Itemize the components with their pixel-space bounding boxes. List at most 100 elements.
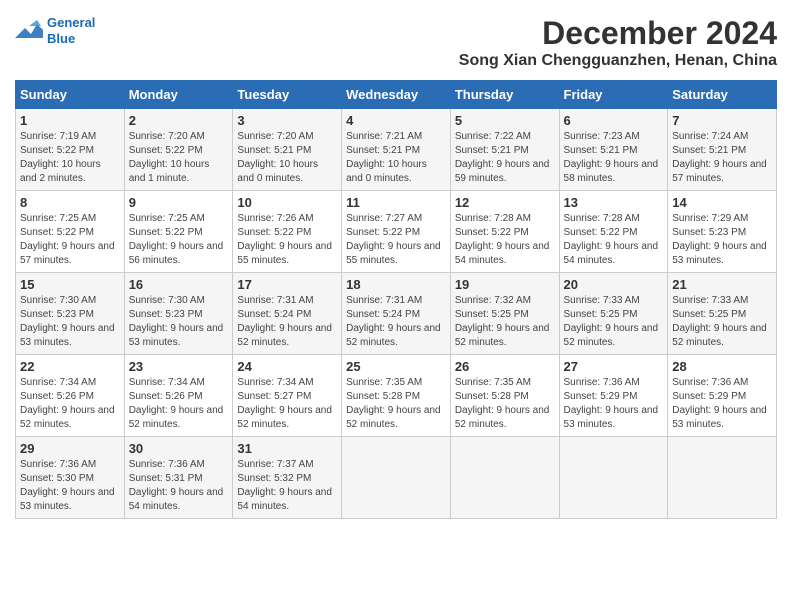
calendar-subtitle: Song Xian Chengguanzhen, Henan, China: [459, 52, 777, 70]
calendar-cell: 23 Sunrise: 7:34 AMSunset: 5:26 PMDayligh…: [124, 355, 233, 437]
day-number: 22: [20, 359, 120, 374]
calendar-cell: 13 Sunrise: 7:28 AMSunset: 5:22 PMDayligh…: [559, 191, 668, 273]
calendar-cell: 17 Sunrise: 7:31 AMSunset: 5:24 PMDayligh…: [233, 273, 342, 355]
weekday-header: Monday: [124, 81, 233, 109]
day-number: 20: [564, 277, 664, 292]
day-detail: Sunrise: 7:35 AMSunset: 5:28 PMDaylight:…: [346, 376, 446, 432]
day-number: 18: [346, 277, 446, 292]
day-detail: Sunrise: 7:27 AMSunset: 5:22 PMDaylight:…: [346, 212, 446, 268]
calendar-cell: 7 Sunrise: 7:24 AMSunset: 5:21 PMDaylight…: [668, 109, 777, 191]
day-detail: Sunrise: 7:31 AMSunset: 5:24 PMDaylight:…: [237, 294, 337, 350]
day-detail: Sunrise: 7:25 AMSunset: 5:22 PMDaylight:…: [20, 212, 120, 268]
day-number: 24: [237, 359, 337, 374]
calendar-cell: 21 Sunrise: 7:33 AMSunset: 5:25 PMDayligh…: [668, 273, 777, 355]
day-detail: Sunrise: 7:37 AMSunset: 5:32 PMDaylight:…: [237, 458, 337, 514]
day-detail: Sunrise: 7:36 AMSunset: 5:31 PMDaylight:…: [129, 458, 229, 514]
calendar-week-row: 22 Sunrise: 7:34 AMSunset: 5:26 PMDayligh…: [16, 355, 777, 437]
day-number: 9: [129, 195, 229, 210]
calendar-week-row: 15Sunrise: 7:30 AMSunset: 5:23 PMDayligh…: [16, 273, 777, 355]
day-number: 1: [20, 113, 120, 128]
calendar-cell: 6 Sunrise: 7:23 AMSunset: 5:21 PMDaylight…: [559, 109, 668, 191]
logo-text: General Blue: [47, 15, 95, 46]
title-section: December 2024 Song Xian Chengguanzhen, H…: [459, 15, 777, 70]
calendar-cell: 19 Sunrise: 7:32 AMSunset: 5:25 PMDayligh…: [450, 273, 559, 355]
calendar-cell: 10Sunrise: 7:26 AMSunset: 5:22 PMDayligh…: [233, 191, 342, 273]
calendar-cell: 29 Sunrise: 7:36 AMSunset: 5:30 PMDayligh…: [16, 437, 125, 519]
day-detail: Sunrise: 7:23 AMSunset: 5:21 PMDaylight:…: [564, 130, 664, 186]
day-number: 13: [564, 195, 664, 210]
day-number: 2: [129, 113, 229, 128]
day-detail: Sunrise: 7:36 AMSunset: 5:29 PMDaylight:…: [672, 376, 772, 432]
weekday-header: Wednesday: [342, 81, 451, 109]
day-number: 17: [237, 277, 337, 292]
day-detail: Sunrise: 7:30 AMSunset: 5:23 PMDaylight:…: [20, 294, 120, 350]
calendar-cell: 5Sunrise: 7:22 AMSunset: 5:21 PMDaylight…: [450, 109, 559, 191]
calendar-week-row: 29 Sunrise: 7:36 AMSunset: 5:30 PMDayligh…: [16, 437, 777, 519]
calendar-cell: 22 Sunrise: 7:34 AMSunset: 5:26 PMDayligh…: [16, 355, 125, 437]
day-detail: Sunrise: 7:33 AMSunset: 5:25 PMDaylight:…: [672, 294, 772, 350]
calendar-week-row: 8 Sunrise: 7:25 AMSunset: 5:22 PMDaylight…: [16, 191, 777, 273]
day-detail: Sunrise: 7:36 AMSunset: 5:29 PMDaylight:…: [564, 376, 664, 432]
day-number: 26: [455, 359, 555, 374]
day-detail: Sunrise: 7:36 AMSunset: 5:30 PMDaylight:…: [20, 458, 120, 514]
day-detail: Sunrise: 7:33 AMSunset: 5:25 PMDaylight:…: [564, 294, 664, 350]
calendar-cell: 11 Sunrise: 7:27 AMSunset: 5:22 PMDayligh…: [342, 191, 451, 273]
calendar-cell: 30 Sunrise: 7:36 AMSunset: 5:31 PMDayligh…: [124, 437, 233, 519]
day-number: 8: [20, 195, 120, 210]
calendar-table: SundayMondayTuesdayWednesdayThursdayFrid…: [15, 80, 777, 519]
calendar-cell: 2 Sunrise: 7:20 AMSunset: 5:22 PMDaylight…: [124, 109, 233, 191]
day-number: 29: [20, 441, 120, 456]
calendar-header: SundayMondayTuesdayWednesdayThursdayFrid…: [16, 81, 777, 109]
day-number: 16: [129, 277, 229, 292]
calendar-cell: 12 Sunrise: 7:28 AMSunset: 5:22 PMDayligh…: [450, 191, 559, 273]
day-number: 23: [129, 359, 229, 374]
calendar-title: December 2024: [459, 15, 777, 52]
day-detail: Sunrise: 7:24 AMSunset: 5:21 PMDaylight:…: [672, 130, 772, 186]
calendar-cell: 18 Sunrise: 7:31 AMSunset: 5:24 PMDayligh…: [342, 273, 451, 355]
calendar-body: 1 Sunrise: 7:19 AMSunset: 5:22 PMDaylight…: [16, 109, 777, 519]
calendar-cell: [668, 437, 777, 519]
day-number: 12: [455, 195, 555, 210]
day-number: 7: [672, 113, 772, 128]
day-detail: Sunrise: 7:30 AMSunset: 5:23 PMDaylight:…: [129, 294, 229, 350]
day-number: 19: [455, 277, 555, 292]
day-detail: Sunrise: 7:20 AMSunset: 5:22 PMDaylight:…: [129, 130, 229, 186]
calendar-cell: 26Sunrise: 7:35 AMSunset: 5:28 PMDayligh…: [450, 355, 559, 437]
weekday-header: Saturday: [668, 81, 777, 109]
day-detail: Sunrise: 7:31 AMSunset: 5:24 PMDaylight:…: [346, 294, 446, 350]
day-number: 30: [129, 441, 229, 456]
day-detail: Sunrise: 7:28 AMSunset: 5:22 PMDaylight:…: [564, 212, 664, 268]
calendar-cell: 25Sunrise: 7:35 AMSunset: 5:28 PMDayligh…: [342, 355, 451, 437]
day-detail: Sunrise: 7:19 AMSunset: 5:22 PMDaylight:…: [20, 130, 120, 186]
day-number: 21: [672, 277, 772, 292]
day-number: 11: [346, 195, 446, 210]
calendar-cell: [450, 437, 559, 519]
day-number: 4: [346, 113, 446, 128]
day-number: 6: [564, 113, 664, 128]
day-detail: Sunrise: 7:28 AMSunset: 5:22 PMDaylight:…: [455, 212, 555, 268]
logo: General Blue: [15, 15, 95, 46]
calendar-cell: 28Sunrise: 7:36 AMSunset: 5:29 PMDayligh…: [668, 355, 777, 437]
day-detail: Sunrise: 7:29 AMSunset: 5:23 PMDaylight:…: [672, 212, 772, 268]
calendar-week-row: 1 Sunrise: 7:19 AMSunset: 5:22 PMDaylight…: [16, 109, 777, 191]
calendar-cell: 24Sunrise: 7:34 AMSunset: 5:27 PMDayligh…: [233, 355, 342, 437]
weekday-header: Sunday: [16, 81, 125, 109]
calendar-cell: 9 Sunrise: 7:25 AMSunset: 5:22 PMDaylight…: [124, 191, 233, 273]
header: General Blue December 2024 Song Xian Che…: [15, 15, 777, 70]
day-number: 10: [237, 195, 337, 210]
day-detail: Sunrise: 7:34 AMSunset: 5:26 PMDaylight:…: [129, 376, 229, 432]
calendar-cell: 27Sunrise: 7:36 AMSunset: 5:29 PMDayligh…: [559, 355, 668, 437]
calendar-cell: 31 Sunrise: 7:37 AMSunset: 5:32 PMDayligh…: [233, 437, 342, 519]
day-detail: Sunrise: 7:21 AMSunset: 5:21 PMDaylight:…: [346, 130, 446, 186]
day-number: 3: [237, 113, 337, 128]
calendar-cell: 1 Sunrise: 7:19 AMSunset: 5:22 PMDaylight…: [16, 109, 125, 191]
weekday-header: Tuesday: [233, 81, 342, 109]
calendar-cell: 3Sunrise: 7:20 AMSunset: 5:21 PMDaylight…: [233, 109, 342, 191]
calendar-cell: 15Sunrise: 7:30 AMSunset: 5:23 PMDayligh…: [16, 273, 125, 355]
day-number: 5: [455, 113, 555, 128]
day-detail: Sunrise: 7:25 AMSunset: 5:22 PMDaylight:…: [129, 212, 229, 268]
day-number: 31: [237, 441, 337, 456]
calendar-cell: 8 Sunrise: 7:25 AMSunset: 5:22 PMDaylight…: [16, 191, 125, 273]
day-detail: Sunrise: 7:34 AMSunset: 5:26 PMDaylight:…: [20, 376, 120, 432]
day-detail: Sunrise: 7:32 AMSunset: 5:25 PMDaylight:…: [455, 294, 555, 350]
